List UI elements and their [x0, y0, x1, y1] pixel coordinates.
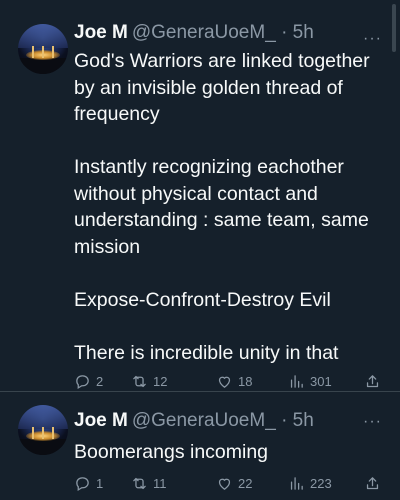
tweet-paragraph: God's Warriors are linked together by an…	[74, 50, 370, 125]
views-icon	[290, 477, 303, 490]
reply-count: 2	[96, 374, 104, 389]
reply-button[interactable]: 2	[74, 373, 103, 390]
heart-icon	[218, 478, 231, 490]
tweet-header: Joe M @GeneraUoeM_ · 5h	[74, 410, 390, 434]
share-icon	[366, 375, 379, 388]
tweet-header: Joe M @GeneraUoeM_ · 5h	[74, 22, 390, 46]
reply-icon	[76, 375, 89, 390]
timestamp: · 5h	[281, 410, 314, 431]
retweet-icon	[133, 477, 146, 490]
tweet-text: God's Warriors are linked together by an…	[74, 48, 386, 366]
reply-count: 1	[96, 476, 104, 491]
avatar[interactable]	[18, 24, 68, 74]
views-icon	[290, 375, 303, 388]
tweet-paragraph: Instantly recognizing eachother without …	[74, 156, 369, 258]
retweet-icon	[133, 375, 146, 388]
tweet-text: Boomerangs incoming	[74, 439, 386, 466]
view-count: 301	[310, 374, 332, 389]
display-name[interactable]: Joe M	[74, 22, 128, 43]
avatar[interactable]	[18, 405, 68, 455]
tweet[interactable]: Joe M @GeneraUoeM_ · 5h ··· God's Warrior…	[0, 0, 400, 392]
tweet[interactable]: Joe M @GeneraUoeM_ · 5h ··· Boomerangs in…	[0, 393, 400, 500]
user-handle[interactable]: @GeneraUoeM_ · 5h	[132, 22, 314, 43]
retweet-count: 12	[153, 374, 168, 389]
view-count: 223	[310, 476, 332, 491]
tweet-paragraph: Expose-Confront-Destroy Evil	[74, 288, 331, 311]
display-name[interactable]: Joe M	[74, 410, 128, 431]
like-count: 18	[238, 374, 253, 389]
heart-icon	[218, 376, 231, 388]
like-button[interactable]: 22	[216, 475, 252, 492]
reply-icon	[76, 477, 89, 492]
retweet-count: 11	[153, 476, 167, 491]
reply-button[interactable]: 1	[74, 475, 103, 492]
retweet-button[interactable]: 11	[131, 475, 167, 492]
more-options-icon[interactable]: ···	[363, 30, 382, 48]
like-button[interactable]: 18	[216, 373, 252, 390]
views-button[interactable]: 301	[288, 373, 332, 390]
share-button[interactable]	[364, 373, 381, 390]
share-button[interactable]	[364, 475, 381, 492]
like-count: 22	[238, 476, 253, 491]
more-options-icon[interactable]: ···	[363, 413, 382, 431]
share-icon	[366, 477, 379, 490]
tweet-actions: 1 11 22 223	[74, 475, 388, 495]
tweet-actions: 2 12 18 301	[74, 373, 388, 393]
tweet-paragraph: There is incredible unity in that	[74, 341, 339, 364]
retweet-button[interactable]: 12	[131, 373, 167, 390]
user-handle[interactable]: @GeneraUoeM_ · 5h	[132, 410, 314, 431]
tweet-paragraph: Boomerangs incoming	[74, 441, 269, 463]
timestamp: · 5h	[281, 22, 314, 43]
views-button[interactable]: 223	[288, 475, 332, 492]
